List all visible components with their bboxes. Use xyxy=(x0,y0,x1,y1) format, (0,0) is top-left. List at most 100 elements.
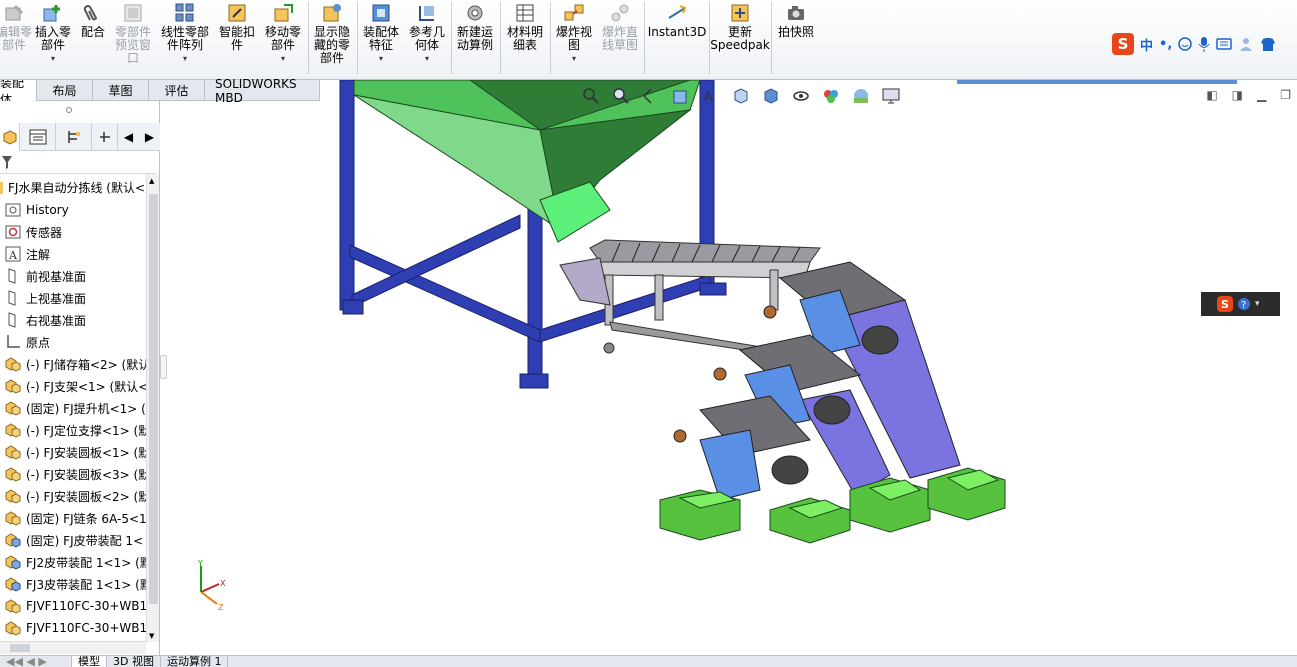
exploded-view-button[interactable]: 爆炸视 图 ▾ xyxy=(553,2,595,64)
tree-item[interactable]: FJ3皮带装配 1<1> (默 xyxy=(4,573,146,595)
preview-window-icon xyxy=(124,4,142,22)
insert-component-label: 插入零 部件 xyxy=(34,25,71,52)
tree-item[interactable]: 原点 xyxy=(4,331,50,353)
assembly-icon xyxy=(4,443,22,461)
dynamic-annotation-icon[interactable]: A xyxy=(701,86,721,106)
tree-item[interactable]: (固定) FJ链条 6A-5<1 xyxy=(4,507,146,529)
previous-view-icon[interactable] xyxy=(641,86,661,106)
show-hidden-icon xyxy=(323,4,341,22)
move-component-chevron-down-icon[interactable]: ▾ xyxy=(281,54,285,64)
tree-hscroll-thumb[interactable] xyxy=(10,644,30,652)
tree-item[interactable]: 前视基准面 xyxy=(4,265,86,287)
tree-item-label: (固定) FJ提升机<1> ( xyxy=(26,401,146,416)
sogou-logo[interactable]: S xyxy=(1112,33,1134,55)
tree-item[interactable]: (-) FJ定位支撑<1> (默 xyxy=(4,419,146,441)
view-settings-monitor-icon[interactable] xyxy=(881,86,901,106)
edit-appearance-icon[interactable] xyxy=(821,86,841,106)
user-icon[interactable] xyxy=(1238,36,1254,52)
tile-left-icon[interactable]: ◧ xyxy=(1206,88,1217,102)
skin-shirt-icon[interactable] xyxy=(1260,36,1276,52)
explode-line-sketch-button[interactable]: 爆炸直 线草图 xyxy=(599,2,641,52)
graphics-area[interactable]: A ◧ ◨ ▁ ❐ Y X Z xyxy=(161,80,1297,655)
scroll-down-arrow[interactable]: ▼ xyxy=(149,632,154,640)
tree-item[interactable]: FJ2皮带装配 1<1> (默 xyxy=(4,551,146,573)
belt-conveyor xyxy=(559,239,821,357)
restore-icon[interactable]: ❐ xyxy=(1280,88,1291,102)
section-view-icon[interactable] xyxy=(671,86,691,106)
smart-fasteners-button[interactable]: 智能扣 件 xyxy=(217,2,257,52)
tree-item[interactable]: (-) FJ安装圆板<3> (默 xyxy=(4,463,146,485)
instant3d-button[interactable]: Instant3D xyxy=(648,2,706,39)
exploded-view-chevron-down-icon[interactable]: ▾ xyxy=(572,54,576,64)
tree-horizontal-scrollbar[interactable] xyxy=(0,641,146,654)
take-snapshot-button[interactable]: 拍快照 xyxy=(774,2,818,39)
svg-text:A: A xyxy=(704,90,713,105)
assembly-3d-model[interactable] xyxy=(161,80,1297,655)
edit-component-button[interactable]: 编辑零 部件 xyxy=(0,2,36,52)
solidworks-window: 编辑零 部件 插入零 部件 ▾ 配合 零部件 预览窗 口 线性零部 件阵列 ▾ … xyxy=(0,0,1297,667)
bom-table-icon xyxy=(516,4,534,22)
tree-item[interactable]: History xyxy=(4,199,69,221)
reference-geometry-chevron-down-icon[interactable]: ▾ xyxy=(425,54,429,64)
tree-item[interactable]: (-) FJ支架<1> (默认< xyxy=(4,375,146,397)
tree-vertical-scrollbar[interactable]: ▲ ▼ xyxy=(146,174,159,642)
tab-motion-study[interactable]: 运动算例 1 xyxy=(161,656,229,667)
tree-item[interactable]: (固定) FJ皮带装配 1< xyxy=(4,529,143,551)
update-speedpak-button[interactable]: 更新 Speedpak xyxy=(710,2,770,52)
tab-layout[interactable]: 布局 xyxy=(37,80,93,101)
ime-punct[interactable]: •, xyxy=(1159,37,1172,52)
move-component-button[interactable]: 移动零 部件 ▾ xyxy=(262,2,304,64)
tree-item[interactable]: 右视基准面 xyxy=(4,309,86,331)
microphone-icon[interactable] xyxy=(1198,36,1210,52)
tab-sketch[interactable]: 草图 xyxy=(93,80,149,101)
tree-item[interactable]: (固定) FJ提升机<1> ( xyxy=(4,397,146,419)
tab-3d-views[interactable]: 3D 视图 xyxy=(107,656,161,667)
assembly-icon xyxy=(4,509,22,527)
reference-geometry-button[interactable]: 参考几 何体 ▾ xyxy=(405,2,449,64)
keyboard-icon[interactable] xyxy=(1216,38,1233,50)
tree-scroll-thumb[interactable] xyxy=(149,194,158,604)
minimize-icon[interactable]: ▁ xyxy=(1257,88,1266,102)
bill-of-materials-button[interactable]: 材料明 细表 xyxy=(503,2,547,52)
tree-item-label: (固定) FJ链条 6A-5<1 xyxy=(26,511,146,526)
display-style-icon[interactable] xyxy=(761,86,781,106)
insert-component-button[interactable]: 插入零 部件 ▾ xyxy=(32,2,74,64)
view-orientation-icon[interactable] xyxy=(731,86,751,106)
move-component-label: 移动零 部件 xyxy=(264,25,301,52)
insert-component-chevron-down-icon[interactable]: ▾ xyxy=(51,54,55,64)
tree-item[interactable]: A 注解 xyxy=(4,243,50,265)
assembly-features-button[interactable]: 装配体 特征 ▾ xyxy=(359,2,403,64)
scroll-up-arrow[interactable]: ▲ xyxy=(149,177,154,185)
mate-button[interactable]: 配合 xyxy=(78,2,108,39)
tree-item[interactable]: (-) FJ储存箱<2> (默认 xyxy=(4,353,146,375)
tree-item[interactable]: (-) FJ安装圆板<1> (默 xyxy=(4,441,146,463)
tree-item[interactable]: FJVF110FC-30+WB1 xyxy=(4,595,146,617)
zoom-to-area-icon[interactable] xyxy=(611,86,631,106)
linear-pattern-chevron-down-icon[interactable]: ▾ xyxy=(183,54,187,64)
tab-assembly[interactable]: 装配体 xyxy=(0,80,37,101)
tree-item[interactable]: 传感器 xyxy=(4,221,62,243)
apply-scene-icon[interactable] xyxy=(851,86,871,106)
show-hidden-components-button[interactable]: 显示隐 藏的零 部件 xyxy=(311,2,353,65)
ime-mode[interactable]: 中 xyxy=(1140,35,1153,54)
tree-item[interactable]: 上视基准面 xyxy=(4,287,86,309)
emoji-icon[interactable] xyxy=(1178,37,1193,51)
mate-label: 配合 xyxy=(80,25,105,39)
tab-model[interactable]: 模型 xyxy=(72,656,107,667)
help-icon[interactable]: ? xyxy=(1237,297,1251,311)
assembly-features-chevron-down-icon[interactable]: ▾ xyxy=(379,54,383,64)
bottom-nav-arrows[interactable]: ◀◀ ◀ ▶ ▶▶ xyxy=(0,656,72,667)
tree-item[interactable]: FJVF110FC-30+WB1 xyxy=(4,617,146,639)
tile-right-icon[interactable]: ◨ xyxy=(1232,88,1243,102)
sogou-mini-logo[interactable]: S xyxy=(1217,296,1233,312)
tree-item[interactable]: (-) FJ安装圆板<2> (默 xyxy=(4,485,146,507)
new-motion-study-button[interactable]: 新建运 动算例 xyxy=(453,2,497,52)
component-preview-window-button[interactable]: 零部件 预览窗 口 xyxy=(112,2,154,65)
linear-pattern-button[interactable]: 线性零部 件阵列 ▾ xyxy=(159,2,211,64)
reference-triad[interactable]: Y X Z xyxy=(191,558,231,612)
assembly-icon xyxy=(4,399,22,417)
hide-show-items-icon[interactable] xyxy=(791,86,811,106)
tree-item-label: (-) FJ支架<1> (默认< xyxy=(26,379,146,394)
mini-menu-chevron-icon[interactable]: ▾ xyxy=(1255,299,1260,309)
zoom-to-fit-icon[interactable] xyxy=(581,86,601,106)
